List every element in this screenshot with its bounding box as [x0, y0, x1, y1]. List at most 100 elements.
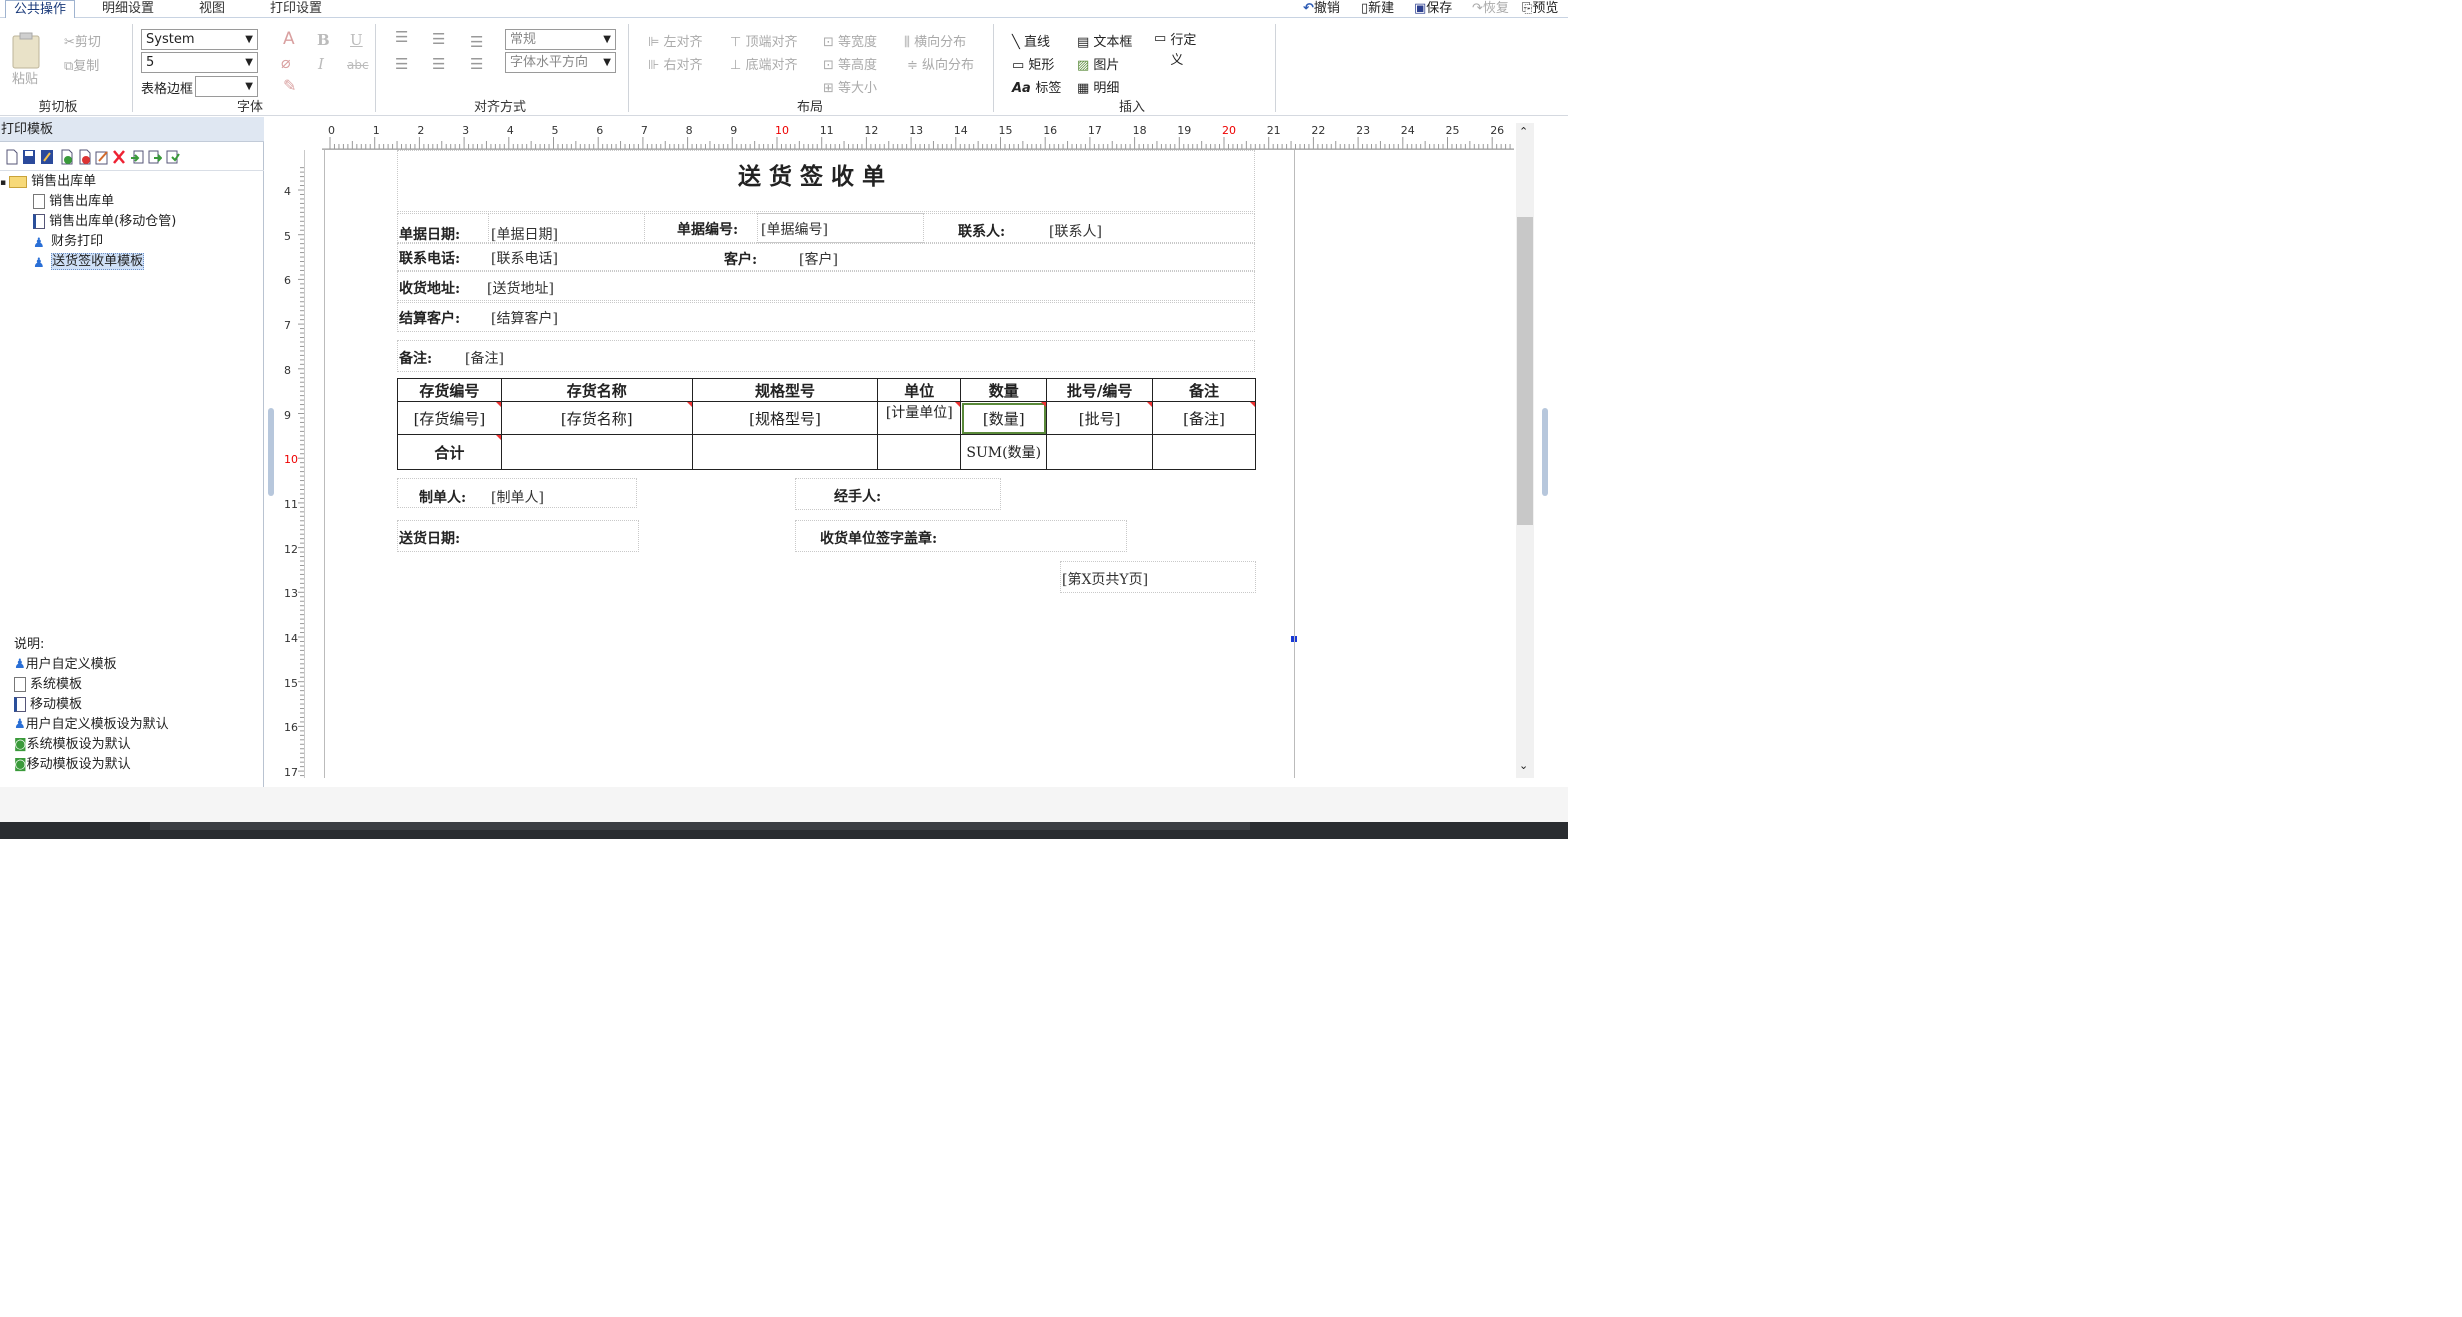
cell-value: [批号]	[1078, 409, 1121, 428]
header-cell[interactable]: 批号/编号	[1046, 378, 1154, 402]
equal-size-button[interactable]: ⊞ 等大小	[823, 77, 877, 96]
tree-root[interactable]: ▪ 销售出库单	[0, 172, 96, 192]
new-button[interactable]: ▯新建	[1361, 0, 1394, 18]
save-template-icon[interactable]	[22, 149, 36, 165]
insert-image-label: 图片	[1093, 58, 1120, 73]
cancel-default-icon[interactable]	[78, 149, 92, 165]
redo-button[interactable]: ↷恢复	[1472, 0, 1509, 18]
tab-print-settings[interactable]: 打印设置	[262, 0, 330, 18]
equal-width-button[interactable]: ⊡ 等宽度	[823, 31, 877, 50]
ruler-label: 10	[284, 453, 298, 467]
paste-button[interactable]	[10, 32, 42, 70]
row-definition-button[interactable]: ▭ 行定义	[1154, 31, 1200, 71]
detail-cell[interactable]: [计量单位]	[877, 401, 962, 435]
font-color-icon[interactable]: A	[283, 29, 295, 49]
total-cell[interactable]	[691, 434, 879, 470]
detail-cell[interactable]: [存货编号]	[397, 401, 502, 435]
tab-common[interactable]: 公共操作	[5, 0, 76, 18]
refresh-icon[interactable]	[166, 149, 180, 165]
header-cell[interactable]: 数量	[960, 378, 1048, 402]
strikethrough-icon[interactable]: abc	[347, 58, 369, 72]
row-definition-label: 行定义	[1170, 33, 1197, 68]
text-style-select[interactable]: 常规 ▼	[505, 29, 616, 50]
panel-toolbar	[0, 143, 264, 171]
ruler-label: 9	[284, 408, 291, 422]
align-right-button[interactable]: ⊪ 右对齐	[648, 54, 702, 73]
left-splitter-handle[interactable]	[268, 408, 274, 496]
align-top-button[interactable]: ⊤ 顶端对齐	[730, 31, 797, 50]
font-family-select[interactable]: System ▼	[141, 29, 258, 50]
detail-cell-selected[interactable]: [数量]	[960, 401, 1048, 435]
align-top-right-icon[interactable]: ☰	[470, 33, 483, 51]
insert-image-button[interactable]: ▨ 图片	[1077, 54, 1119, 73]
detail-cell[interactable]: [批号]	[1046, 401, 1154, 435]
save-button[interactable]: ▣保存	[1414, 0, 1452, 18]
header-cell[interactable]: 存货名称	[500, 378, 693, 402]
header-cell[interactable]: 备注	[1152, 378, 1256, 402]
align-top-left-icon[interactable]: ☰	[395, 28, 408, 46]
align-right-icon[interactable]: ☰	[470, 55, 483, 73]
chevron-down-icon[interactable]: ⌄	[1519, 759, 1528, 772]
align-left-button[interactable]: ⊫ 左对齐	[648, 31, 702, 50]
align-top-center-icon[interactable]: ☰	[432, 30, 445, 48]
fill-color-icon[interactable]: ⌀	[281, 53, 291, 72]
insert-label-button[interactable]: Aa 标签	[1012, 77, 1061, 96]
tree-item-mobile[interactable]: 销售出库单(移动仓管)	[33, 212, 176, 232]
detail-cell[interactable]: [规格型号]	[691, 401, 879, 435]
chevron-up-icon[interactable]: ⌃	[1519, 125, 1528, 138]
header-cell[interactable]: 存货编号	[397, 378, 502, 402]
total-label-cell[interactable]: 合计	[397, 434, 502, 470]
h-distribute-button[interactable]: ⫼ 横向分布	[904, 31, 966, 50]
font-size-select[interactable]: 5 ▼	[141, 52, 258, 73]
insert-textbox-button[interactable]: ▤ 文本框	[1077, 31, 1132, 50]
insert-line-button[interactable]: ╲ 直线	[1012, 31, 1050, 50]
copy-button[interactable]: ⧉复制	[64, 55, 99, 74]
new-template-icon[interactable]	[5, 149, 19, 165]
bold-icon[interactable]: B	[317, 31, 330, 49]
set-default-icon[interactable]	[60, 149, 74, 165]
total-cell[interactable]	[1152, 434, 1256, 470]
total-qty-cell[interactable]: SUM(数量)	[960, 434, 1048, 470]
export-icon[interactable]	[148, 149, 162, 165]
tab-detail-settings[interactable]: 明细设置	[94, 0, 162, 18]
legend-title: 说明:	[14, 637, 45, 652]
save-as-icon[interactable]	[40, 149, 54, 165]
align-center-icon[interactable]: ☰	[432, 55, 445, 73]
total-cell[interactable]	[877, 434, 962, 470]
tree-item-delivery[interactable]: ♟ 送货签收单模板	[33, 252, 145, 272]
ruler-label: 1	[372, 124, 380, 137]
ruler-label: 8	[685, 124, 693, 137]
cut-button[interactable]: ✂剪切	[64, 31, 101, 50]
header-cell[interactable]: 单位	[877, 378, 962, 402]
edit-template-icon[interactable]	[95, 149, 109, 165]
tab-view[interactable]: 视图	[191, 0, 233, 18]
tree-item-finance[interactable]: ♟ 财务打印	[33, 232, 103, 252]
handler-box[interactable]	[795, 478, 1001, 510]
italic-icon[interactable]: I	[318, 55, 324, 73]
cell-value: [备注]	[1183, 409, 1225, 428]
scrollbar-thumb[interactable]	[1517, 217, 1533, 525]
delete-icon[interactable]	[112, 149, 126, 165]
copy-label: 复制	[73, 59, 100, 74]
preview-button[interactable]: ⎘预览	[1522, 0, 1558, 18]
text-direction-select[interactable]: 字体水平方向 ▼	[505, 52, 616, 73]
detail-cell[interactable]: [备注]	[1152, 401, 1256, 435]
table-border-select[interactable]: ▼	[195, 76, 258, 97]
header-cell[interactable]: 规格型号	[691, 378, 879, 402]
undo-button[interactable]: ↶撤销	[1303, 0, 1340, 18]
legend-label: 用户自定义模板	[25, 657, 117, 672]
insert-detail-button[interactable]: ▦ 明细	[1077, 77, 1119, 96]
total-cell[interactable]	[500, 434, 693, 470]
equal-height-button[interactable]: ⊡ 等高度	[823, 54, 877, 73]
total-cell[interactable]	[1046, 434, 1154, 470]
underline-icon[interactable]: U	[350, 31, 363, 49]
insert-rect-button[interactable]: ▭ 矩形	[1012, 54, 1054, 73]
detail-cell[interactable]: [存货名称]	[500, 401, 693, 435]
tree-item-sales-out[interactable]: 销售出库单	[33, 192, 114, 212]
v-distribute-button[interactable]: ≑ 纵向分布	[907, 54, 974, 73]
import-icon[interactable]	[130, 149, 144, 165]
pen-icon[interactable]: ✎	[283, 76, 296, 95]
align-bottom-button[interactable]: ⊥ 底端对齐	[730, 54, 797, 73]
align-left-icon[interactable]: ☰	[395, 55, 408, 73]
right-splitter-handle[interactable]	[1542, 408, 1548, 496]
